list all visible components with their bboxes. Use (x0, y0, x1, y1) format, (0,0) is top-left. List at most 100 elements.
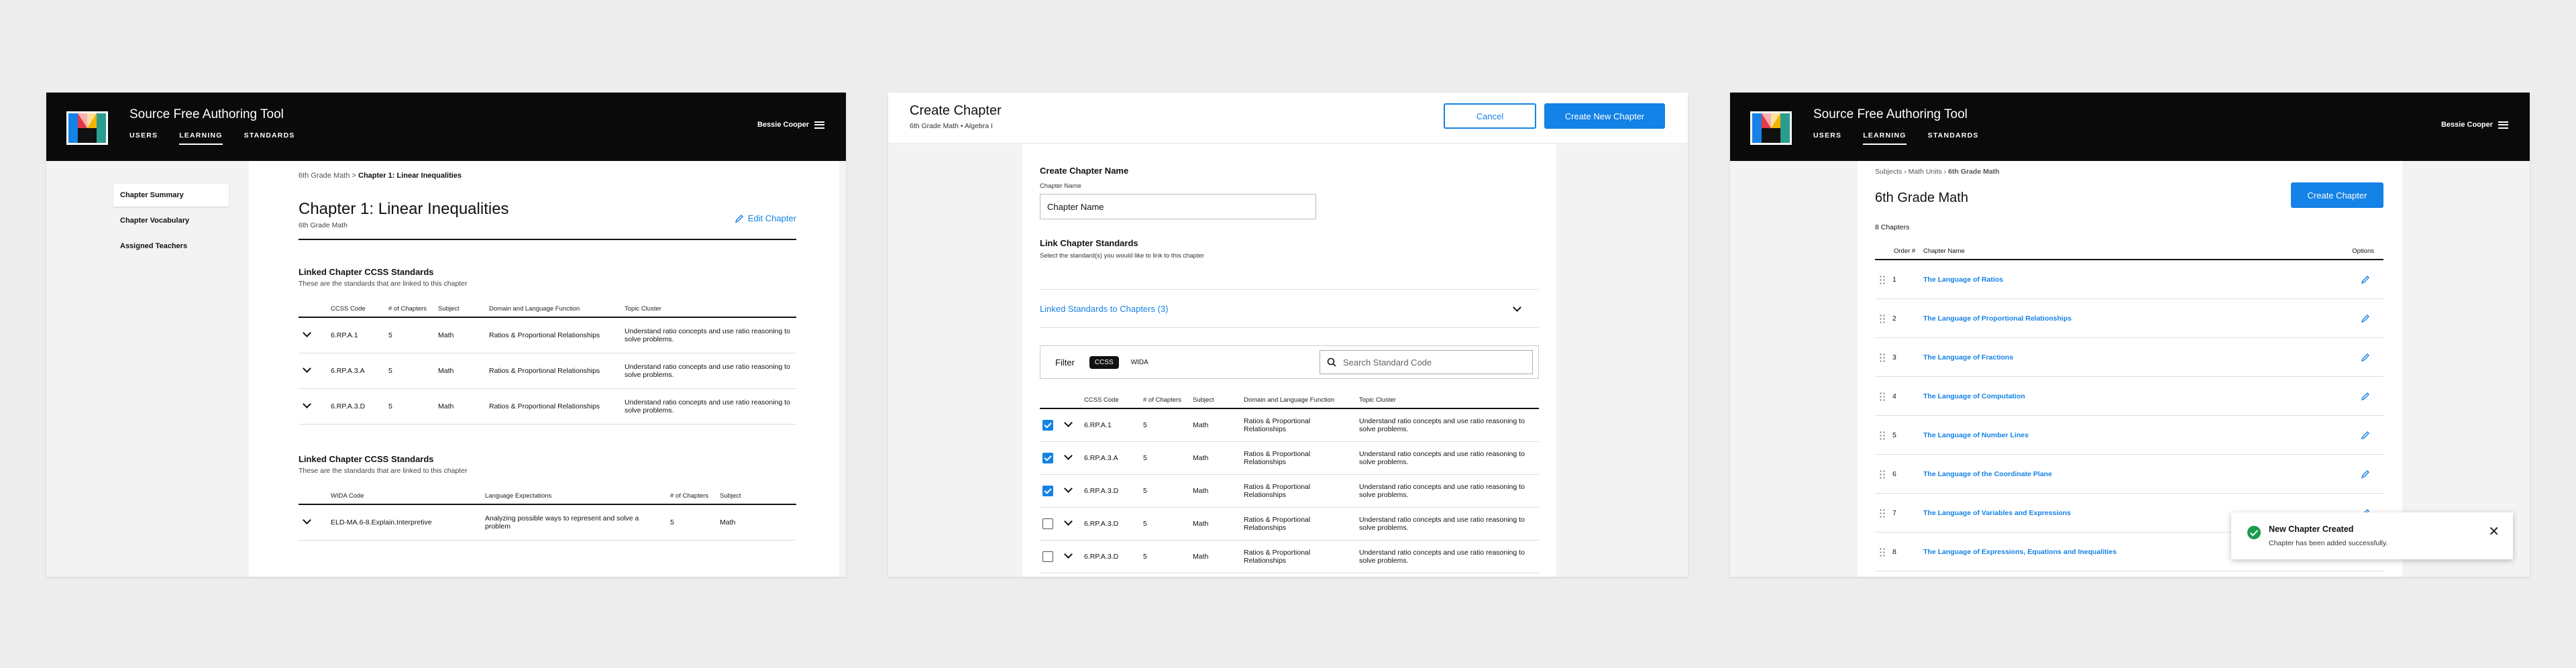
breadcrumb-current: Chapter 1: Linear Inequalities (358, 172, 462, 180)
edit-chapter-label: Edit Chapter (747, 213, 796, 223)
table-row[interactable]: 6 The Language of the Coordinate Plane (1875, 455, 2383, 494)
subject: Math (1190, 540, 1241, 573)
row-checkbox[interactable] (1042, 486, 1053, 496)
table-row[interactable]: 5 The Language of Number Lines (1875, 416, 2383, 455)
drag-handle-icon[interactable] (1879, 352, 1886, 362)
user-menu[interactable]: Bessie Cooper (757, 121, 824, 129)
chevron-down-icon[interactable] (1064, 451, 1073, 460)
drag-handle-icon[interactable] (1879, 274, 1886, 284)
domain: Ratios & Proportional Relationships (1241, 474, 1356, 508)
chapter-name-link[interactable]: The Language of Ratios (1923, 276, 2361, 284)
chevron-down-icon[interactable] (1064, 517, 1073, 526)
chapter-count: 5 (1140, 540, 1190, 573)
create-chapter-button[interactable]: Create Chapter (2291, 182, 2383, 208)
filter-pill-ccss[interactable]: CCSS (1089, 355, 1119, 369)
column-header: Topic Cluster (1356, 392, 1539, 409)
ccss-code: 6.RP.A.1 (1081, 408, 1140, 442)
row-checkbox[interactable] (1042, 551, 1053, 562)
row-checkbox[interactable] (1042, 453, 1053, 463)
chapter-name-link[interactable]: The Language of Proportional Relationshi… (1923, 315, 2361, 323)
table-row[interactable]: 2 The Language of Proportional Relationsh… (1875, 299, 2383, 338)
drag-handle-icon[interactable] (1879, 313, 1886, 323)
breadcrumb: Subjects › Math Units › 6th Grade Math (1875, 168, 2383, 176)
create-chapter-subtitle: 6th Grade Math • Algebra I (910, 122, 993, 130)
nav-users[interactable]: USERS (129, 131, 158, 145)
pencil-icon[interactable] (2361, 469, 2370, 479)
topic-cluster: Understand ratio concepts and use ratio … (622, 388, 796, 425)
chapter-name-link[interactable]: The Language of Number Lines (1923, 431, 2361, 439)
chevron-down-icon[interactable] (303, 516, 311, 524)
chapter-order: 5 (1892, 431, 1896, 439)
chapter-order: 7 (1892, 508, 1896, 517)
breadcrumb-math-units[interactable]: Math Units (1909, 168, 1942, 176)
edit-chapter-button[interactable]: Edit Chapter (735, 213, 796, 223)
app-logo (1750, 111, 1792, 145)
pencil-icon[interactable] (2361, 353, 2370, 362)
table-row[interactable]: 6.RP.A.3.D 5 Math Ratios & Proportional … (1040, 474, 1539, 508)
linked-standards-accordion[interactable]: Linked Standards to Chapters (3) (1040, 289, 1539, 328)
side-item-chapter-vocabulary[interactable]: Chapter Vocabulary (113, 209, 229, 232)
chapter-count: 5 (386, 353, 435, 389)
pencil-icon[interactable] (2361, 275, 2370, 284)
chapter-name-input[interactable]: Chapter Name (1040, 194, 1316, 219)
pencil-icon[interactable] (2361, 431, 2370, 440)
breadcrumb-parent[interactable]: 6th Grade Math (299, 172, 350, 180)
table-row[interactable]: 6.RP.A.3.A 5 Math Ratios & Proportional … (1040, 441, 1539, 475)
breadcrumb: 6th Grade Math > Chapter 1: Linear Inequ… (299, 172, 796, 180)
table-row[interactable]: 1 The Language of Ratios (1875, 260, 2383, 299)
breadcrumb-subjects[interactable]: Subjects (1875, 168, 1902, 176)
search-standard-input[interactable]: Search Standard Code (1320, 350, 1533, 374)
drag-handle-icon[interactable] (1879, 391, 1886, 401)
table-row[interactable]: 6.RP.A.3.D 5 Math Ratios & Proportional … (1040, 507, 1539, 541)
user-menu[interactable]: Bessie Cooper (2441, 121, 2508, 129)
table-row[interactable]: ELD-MA.6-8.Explain.Interpretive Analyzin… (299, 504, 796, 541)
filter-pill-wida[interactable]: WIDA (1126, 356, 1154, 369)
nav-standards[interactable]: STANDARDS (1928, 131, 1979, 145)
row-checkbox[interactable] (1042, 420, 1053, 431)
subject: Math (1190, 474, 1241, 508)
nav-users[interactable]: USERS (1813, 131, 1841, 145)
table-row[interactable]: 6.RP.A.3.A 5 Math Ratios & Proportional … (299, 353, 796, 389)
column-header: # of Chapters (1140, 392, 1190, 409)
table-row[interactable]: 3 The Language of Fractions (1875, 338, 2383, 377)
chevron-down-icon (1513, 302, 1521, 312)
create-new-chapter-button[interactable]: Create New Chapter (1544, 103, 1665, 129)
chapter-name-link[interactable]: The Language of Computation (1923, 392, 2361, 400)
subject: Math (1190, 441, 1241, 475)
side-item-chapter-summary[interactable]: Chapter Summary (113, 184, 229, 207)
table-row[interactable]: 6.RP.A.1 5 Math Ratios & Proportional Re… (1040, 408, 1539, 442)
side-item-assigned-teachers[interactable]: Assigned Teachers (113, 235, 229, 258)
drag-handle-icon[interactable] (1879, 547, 1886, 557)
chapter-name-link[interactable]: The Language of the Coordinate Plane (1923, 470, 2361, 478)
column-header: WIDA Code (328, 488, 482, 505)
drag-handle-icon[interactable] (1879, 469, 1886, 479)
chevron-down-icon[interactable] (303, 364, 311, 373)
row-checkbox[interactable] (1042, 518, 1053, 529)
subject: Math (435, 388, 486, 425)
breadcrumb-current: 6th Grade Math (1948, 168, 2000, 176)
column-header: CCSS Code (1081, 392, 1140, 409)
chevron-down-icon[interactable] (303, 400, 311, 408)
drag-handle-icon[interactable] (1879, 508, 1886, 518)
close-icon[interactable]: ✕ (2488, 523, 2500, 540)
topic-cluster: Understand ratio concepts and use ratio … (1356, 441, 1539, 475)
table-row[interactable]: 6.RP.A.3.D 5 Math Ratios & Proportional … (299, 388, 796, 425)
pencil-icon[interactable] (2361, 392, 2370, 401)
chevron-down-icon[interactable] (1064, 419, 1073, 427)
nav-learning[interactable]: LEARNING (1863, 131, 1907, 145)
table-row[interactable]: 6.RP.A.3.D 5 Math Ratios & Proportional … (1040, 540, 1539, 573)
ccss-code: 6.RP.A.3.D (328, 388, 386, 425)
chevron-down-icon[interactable] (1064, 550, 1073, 559)
nav-standards[interactable]: STANDARDS (244, 131, 295, 145)
ccss-code: 6.RP.A.3.A (328, 353, 386, 389)
chevron-down-icon[interactable] (1064, 484, 1073, 493)
chevron-down-icon[interactable] (303, 329, 311, 337)
pencil-icon[interactable] (2361, 314, 2370, 323)
cancel-button[interactable]: Cancel (1444, 103, 1536, 129)
chapter-name-link[interactable]: The Language of Fractions (1923, 353, 2361, 361)
menu-icon (2498, 121, 2508, 129)
drag-handle-icon[interactable] (1879, 430, 1886, 440)
nav-learning[interactable]: LEARNING (179, 131, 223, 145)
table-row[interactable]: 4 The Language of Computation (1875, 377, 2383, 416)
table-row[interactable]: 6.RP.A.1 5 Math Ratios & Proportional Re… (299, 317, 796, 353)
